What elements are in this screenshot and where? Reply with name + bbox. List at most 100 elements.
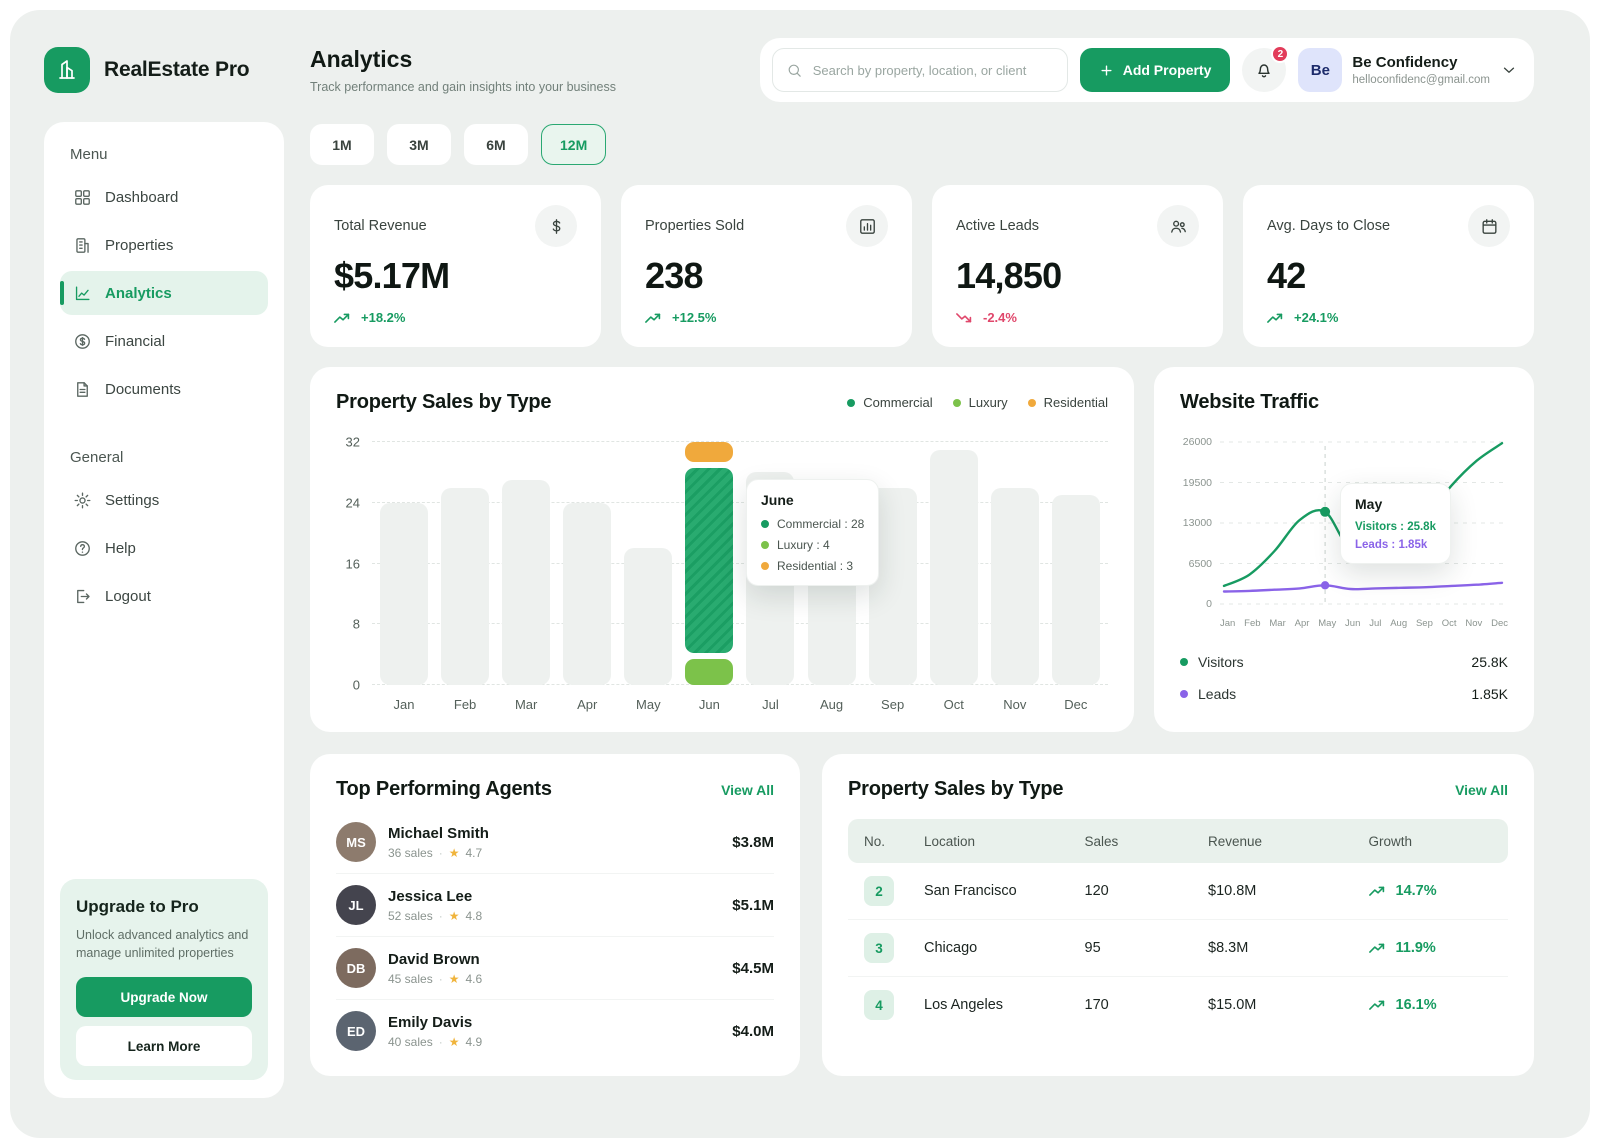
kpi-properties-sold: Properties Sold 238 +12.5% <box>621 185 912 347</box>
legend-visitors: Visitors 25.8K <box>1180 646 1508 678</box>
agent-row[interactable]: ED Emily Davis 40 sales·★4.9 $4.0M <box>336 1000 774 1062</box>
bar-oct[interactable] <box>930 442 978 685</box>
range-filter-group: 1M 3M 6M 12M <box>310 124 1534 165</box>
bar-apr[interactable] <box>563 442 611 685</box>
page-title: Analytics <box>310 46 760 73</box>
trend-up-icon <box>1369 999 1387 1011</box>
bar-value[interactable] <box>441 488 489 685</box>
bar-value[interactable] <box>502 480 550 685</box>
bar-value[interactable] <box>991 488 1039 685</box>
search-box[interactable] <box>772 48 1068 92</box>
bar-x-label: Jun <box>685 697 733 712</box>
agent-meta: 52 sales·★4.8 <box>388 909 482 923</box>
notifications-button[interactable]: 2 <box>1242 48 1286 92</box>
sidebar-item-settings[interactable]: Settings <box>60 478 268 522</box>
cell-revenue: $8.3M <box>1208 940 1369 956</box>
bar-value[interactable] <box>624 548 672 685</box>
bar-jun[interactable] <box>685 442 733 685</box>
traffic-x-label: Jul <box>1369 618 1381 629</box>
legend-luxury: Luxury <box>953 395 1008 410</box>
bar-feb[interactable] <box>441 442 489 685</box>
traffic-x-label: Sep <box>1416 618 1433 629</box>
sidebar-item-label: Settings <box>105 492 159 509</box>
traffic-y-tick: 0 <box>1206 598 1212 610</box>
bar-dec[interactable] <box>1052 442 1100 685</box>
range-chip-3m[interactable]: 3M <box>387 124 451 165</box>
bar-value[interactable] <box>380 503 428 685</box>
table-view-all-link[interactable]: View All <box>1455 782 1508 798</box>
learn-more-button[interactable]: Learn More <box>76 1026 252 1066</box>
traffic-x-label: Aug <box>1390 618 1407 629</box>
kpi-label: Properties Sold <box>645 218 744 234</box>
range-chip-12m[interactable]: 12M <box>541 124 606 165</box>
sidebar-item-dashboard[interactable]: Dashboard <box>60 175 268 219</box>
sidebar: Menu Dashboard Properties Analytics Fina… <box>44 122 284 1098</box>
building-logo-icon <box>55 58 79 82</box>
bar-chart-xlabels: JanFebMarAprMayJunJulAugSepOctNovDec <box>372 697 1108 712</box>
tooltip-row-commercial: Commercial : 28 <box>761 517 864 531</box>
traffic-x-label: Feb <box>1244 618 1260 629</box>
traffic-y-tick: 13000 <box>1183 517 1212 529</box>
bar-value[interactable] <box>930 450 978 685</box>
agent-name: David Brown <box>388 951 482 968</box>
trend-up-icon <box>1369 942 1387 954</box>
trend-down-icon <box>956 312 974 324</box>
sidebar-item-documents[interactable]: Documents <box>60 367 268 411</box>
cell-sales: 95 <box>1085 940 1208 956</box>
sidebar-item-analytics[interactable]: Analytics <box>60 271 268 315</box>
y-tick: 0 <box>353 678 360 693</box>
plus-icon <box>1099 63 1114 78</box>
star-icon: ★ <box>449 1035 460 1049</box>
table-row[interactable]: 3 Chicago 95 $8.3M 11.9% <box>848 920 1508 977</box>
agents-view-all-link[interactable]: View All <box>721 782 774 798</box>
agent-row[interactable]: DB David Brown 45 sales·★4.6 $4.5M <box>336 937 774 1000</box>
bar-x-label: Feb <box>441 697 489 712</box>
add-property-button[interactable]: Add Property <box>1080 48 1231 92</box>
range-chip-6m[interactable]: 6M <box>464 124 528 165</box>
residential-segment[interactable] <box>685 442 733 462</box>
profile-menu[interactable]: Be Be Confidency helloconfidenc@gmail.co… <box>1298 48 1522 92</box>
search-input[interactable] <box>813 63 1054 78</box>
sidebar-menu-label: Menu <box>60 142 268 175</box>
cell-growth: 16.1% <box>1369 997 1492 1013</box>
traffic-x-label: Dec <box>1491 618 1508 629</box>
sidebar-item-properties[interactable]: Properties <box>60 223 268 267</box>
sidebar-item-help[interactable]: Help <box>60 526 268 570</box>
bar-chart-bars <box>372 442 1108 685</box>
bell-icon <box>1254 60 1274 80</box>
agents-card-title: Top Performing Agents <box>336 778 552 801</box>
kpi-total-revenue: Total Revenue $5.17M +18.2% <box>310 185 601 347</box>
range-chip-1m[interactable]: 1M <box>310 124 374 165</box>
agent-amount: $5.1M <box>732 897 774 914</box>
legend-commercial: Commercial <box>847 395 932 410</box>
bar-value[interactable] <box>1052 495 1100 685</box>
bar-mar[interactable] <box>502 442 550 685</box>
sidebar-item-financial[interactable]: Financial <box>60 319 268 363</box>
building-icon <box>73 236 92 255</box>
bar-may[interactable] <box>624 442 672 685</box>
bar-x-label: Jul <box>746 697 794 712</box>
luxury-segment[interactable] <box>685 659 733 685</box>
bar-nov[interactable] <box>991 442 1039 685</box>
help-icon <box>73 539 92 558</box>
notification-badge: 2 <box>1271 45 1289 63</box>
agent-row[interactable]: JL Jessica Lee 52 sales·★4.8 $5.1M <box>336 874 774 937</box>
kpi-avg-days-to-close: Avg. Days to Close 42 +24.1% <box>1243 185 1534 347</box>
kpi-label: Active Leads <box>956 218 1039 234</box>
commercial-segment[interactable] <box>685 468 733 653</box>
row-number-badge: 3 <box>864 933 894 963</box>
traffic-xlabels: JanFebMarAprMayJunJulAugSepOctNovDec <box>1220 618 1508 629</box>
trend-up-icon <box>1267 312 1285 324</box>
bar-value[interactable] <box>563 503 611 685</box>
table-row[interactable]: 4 Los Angeles 170 $15.0M 16.1% <box>848 977 1508 1033</box>
cell-location: Los Angeles <box>924 997 1085 1013</box>
topbar-actions: Add Property 2 Be Be Confidency hellocon… <box>760 38 1534 102</box>
y-tick: 24 <box>346 495 360 510</box>
kpi-trend: +18.2% <box>334 310 577 325</box>
bar-jan[interactable] <box>380 442 428 685</box>
upgrade-now-button[interactable]: Upgrade Now <box>76 977 252 1017</box>
table-row[interactable]: 2 San Francisco 120 $10.8M 14.7% <box>848 863 1508 920</box>
sidebar-item-logout[interactable]: Logout <box>60 574 268 618</box>
leads-total: 1.85K <box>1471 686 1508 702</box>
agent-row[interactable]: MS Michael Smith 36 sales·★4.7 $3.8M <box>336 811 774 874</box>
